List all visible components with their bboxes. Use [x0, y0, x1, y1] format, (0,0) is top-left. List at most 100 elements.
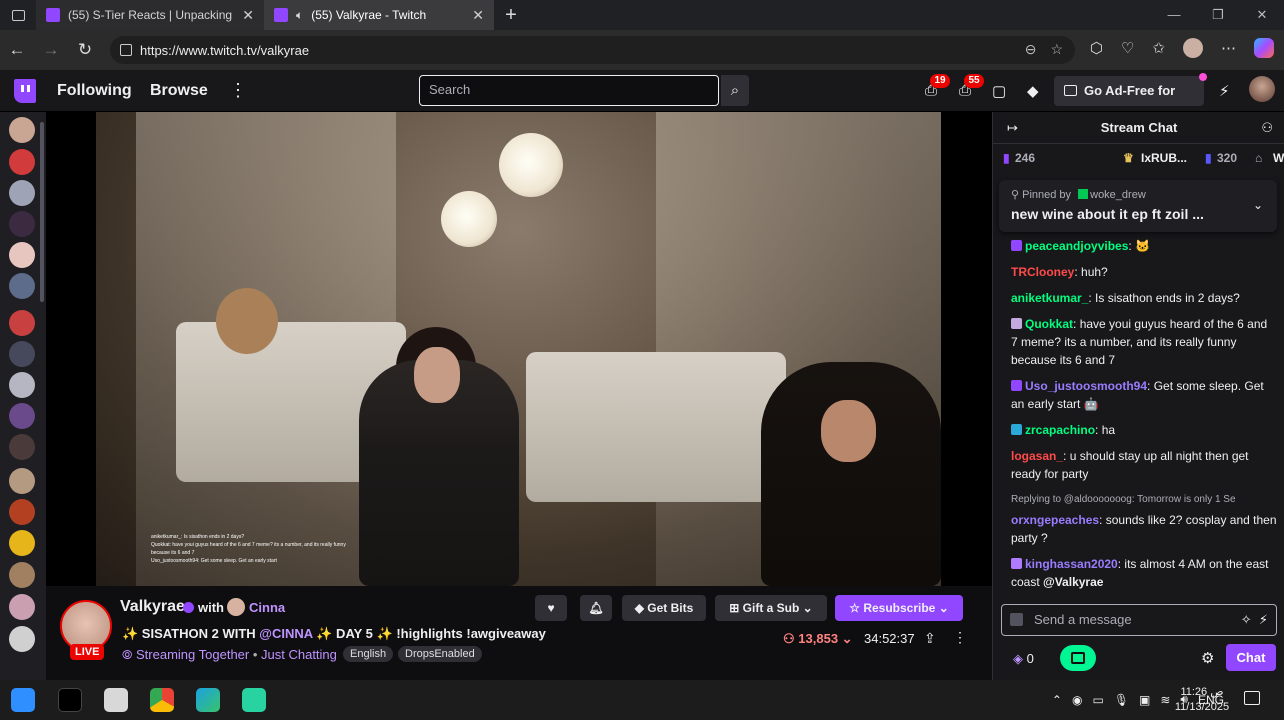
turbo-icon[interactable]: ⚡︎ — [1219, 82, 1230, 100]
chat-username[interactable]: TRClooney — [1011, 265, 1074, 279]
channel-avatar[interactable] — [9, 149, 35, 175]
go-ad-free-button[interactable]: Go Ad-Free for Free — [1054, 73, 1207, 128]
chevron-up-icon[interactable]: ⌃ — [1052, 693, 1062, 707]
video-player[interactable]: aniketkumar_: Is sisathon ends in 2 days… — [46, 112, 992, 586]
twitch-logo-icon[interactable] — [14, 79, 36, 103]
search-input[interactable]: Search — [419, 75, 719, 106]
restore-icon[interactable]: ❐ — [1196, 0, 1240, 30]
get-bits-button[interactable]: ◆ Get Bits — [622, 595, 706, 621]
system-clock[interactable]: 11:26 ص 11/13/2025 — [1173, 685, 1231, 715]
user-avatar[interactable] — [1249, 76, 1275, 102]
bits-icon[interactable]: ◆ — [1027, 82, 1039, 100]
chrome-icon[interactable] — [150, 688, 174, 712]
browser-tab-2[interactable]: 🔈︎ (55) Valkyrae - Twitch ✕ — [264, 0, 494, 30]
tag-english[interactable]: English — [343, 646, 394, 662]
profile-avatar[interactable] — [1183, 38, 1203, 58]
reload-icon[interactable]: ↻ — [68, 40, 102, 60]
notepad-icon[interactable] — [104, 688, 128, 712]
site-info-icon[interactable] — [120, 44, 132, 56]
nav-browse[interactable]: Browse — [150, 82, 208, 100]
channel-avatar[interactable] — [9, 626, 35, 652]
new-tab-icon[interactable]: + — [494, 4, 528, 27]
search-icon[interactable]: ⌕ — [721, 75, 749, 106]
chat-badge-icon[interactable] — [1010, 613, 1023, 626]
chat-username[interactable]: Quokkat — [1025, 317, 1073, 331]
chat-username[interactable]: logasan_ — [1011, 449, 1063, 463]
close-tab-icon[interactable]: ✕ — [472, 7, 484, 24]
streaming-together-link[interactable]: Streaming Together — [136, 647, 249, 662]
gift-sub-button[interactable]: ⊞ Gift a Sub ⌄ — [715, 595, 827, 621]
channel-avatar[interactable] — [9, 211, 35, 237]
channel-name[interactable]: Valkyrae — [120, 598, 185, 616]
display-icon[interactable]: ▣ — [1139, 693, 1150, 707]
channel-avatar[interactable] — [9, 341, 35, 367]
share-icon[interactable]: ⇪ — [924, 630, 936, 647]
chat-username[interactable]: zrcapachino — [1025, 423, 1095, 437]
forward-icon[interactable]: → — [34, 40, 68, 60]
channel-avatar[interactable] — [9, 499, 35, 525]
close-window-icon[interactable]: ✕ — [1240, 0, 1284, 30]
microphone-icon[interactable]: 🎙︎ — [1114, 693, 1129, 707]
tag-dropsenabled[interactable]: DropsEnabled — [398, 646, 482, 662]
more-menu-icon[interactable]: ⋮ — [229, 80, 247, 101]
app-icon[interactable] — [242, 688, 266, 712]
url-field[interactable]: https://www.twitch.tv/valkyrae ⊖ ☆ — [110, 36, 1075, 64]
tab-actions-icon[interactable] — [0, 0, 36, 30]
battery-icon[interactable]: ▭ — [1092, 693, 1103, 707]
reply-context[interactable]: Replying to @aldooooooog: Tomorrow is on… — [1011, 491, 1277, 509]
turbo-icon[interactable]: ⚡︎ — [1259, 612, 1268, 627]
chat-send-button[interactable]: Chat — [1226, 644, 1276, 671]
chat-message-input[interactable]: Send a message ✧ ⚡︎ — [1001, 604, 1277, 636]
chat-username[interactable]: kinghassan2020 — [1025, 557, 1118, 571]
channel-avatar[interactable] — [9, 434, 35, 460]
collab-avatar[interactable] — [227, 598, 245, 616]
collapse-chat-icon[interactable]: ↦ — [1007, 112, 1018, 144]
collab-channel-name[interactable]: Cinna — [249, 600, 285, 615]
chat-username[interactable]: peaceandjoyvibes — [1025, 239, 1128, 253]
chat-username[interactable]: orxngepeaches — [1011, 513, 1099, 527]
zoom-icon[interactable]: ⊖ — [1025, 41, 1037, 58]
sidebar-scrollbar[interactable] — [40, 122, 44, 302]
channel-avatar[interactable] — [9, 180, 35, 206]
channel-avatar[interactable] — [9, 117, 35, 143]
notification-bell-button[interactable]: 🔔︎ — [580, 595, 612, 621]
claim-points-button[interactable] — [1060, 645, 1096, 671]
bits-leaderboard[interactable]: ▮ 246 ♛ IxRUB... ▮ 320 ⌂ W — [993, 145, 1284, 171]
channel-avatar[interactable] — [9, 310, 35, 336]
copilot-icon[interactable] — [1254, 38, 1274, 58]
magic-icon[interactable]: ✧ — [1241, 612, 1252, 627]
channel-avatar[interactable] — [9, 242, 35, 268]
extensions-icon[interactable]: ⬡ — [1090, 39, 1103, 57]
chat-mention[interactable]: @Valkyrae — [1043, 575, 1103, 589]
tiktok-icon[interactable] — [58, 688, 82, 712]
chat-settings-icon[interactable]: ⚙ — [1201, 649, 1214, 667]
channel-avatar[interactable] — [9, 594, 35, 620]
whispers-icon[interactable]: ▢ — [992, 82, 1006, 100]
follow-heart-button[interactable]: ♥ — [535, 595, 567, 621]
stream-video[interactable]: aniketkumar_: Is sisathon ends in 2 days… — [96, 112, 941, 586]
channel-avatar[interactable] — [9, 468, 35, 494]
channel-avatar[interactable] — [9, 530, 35, 556]
more-options-icon[interactable]: ⋮ — [953, 629, 967, 646]
category-link[interactable]: Just Chatting — [261, 647, 337, 662]
chat-username[interactable]: aniketkumar_ — [1011, 291, 1088, 305]
notification-center-icon[interactable] — [1244, 691, 1260, 705]
pinned-message[interactable]: ⚲ Pinned by woke_drew new wine about it … — [999, 180, 1277, 232]
channel-avatar[interactable] — [9, 273, 35, 299]
chat-username[interactable]: Uso_justoosmooth94 — [1025, 379, 1147, 393]
pinned-by-user[interactable]: woke_drew — [1090, 189, 1146, 201]
close-tab-icon[interactable]: ✕ — [242, 7, 254, 24]
community-icon[interactable]: ⚇ — [1261, 112, 1273, 144]
stream-title-mention[interactable]: @CINNA — [259, 626, 312, 641]
chevron-down-icon[interactable]: ⌄ — [1253, 198, 1263, 212]
channel-avatar[interactable] — [9, 562, 35, 588]
settings-more-icon[interactable]: ⋯ — [1221, 39, 1236, 57]
channel-avatar[interactable] — [9, 372, 35, 398]
channel-avatar[interactable] — [9, 403, 35, 429]
back-icon[interactable]: ← — [0, 40, 34, 60]
favorites-icon[interactable]: ✩ — [1152, 39, 1165, 57]
windows-start-icon[interactable] — [11, 688, 35, 712]
nav-following[interactable]: Following — [57, 82, 132, 100]
viewer-count[interactable]: ⚇ 13,853 ⌄ — [783, 631, 853, 647]
speaker-icon[interactable]: 🔈︎ — [296, 8, 303, 23]
